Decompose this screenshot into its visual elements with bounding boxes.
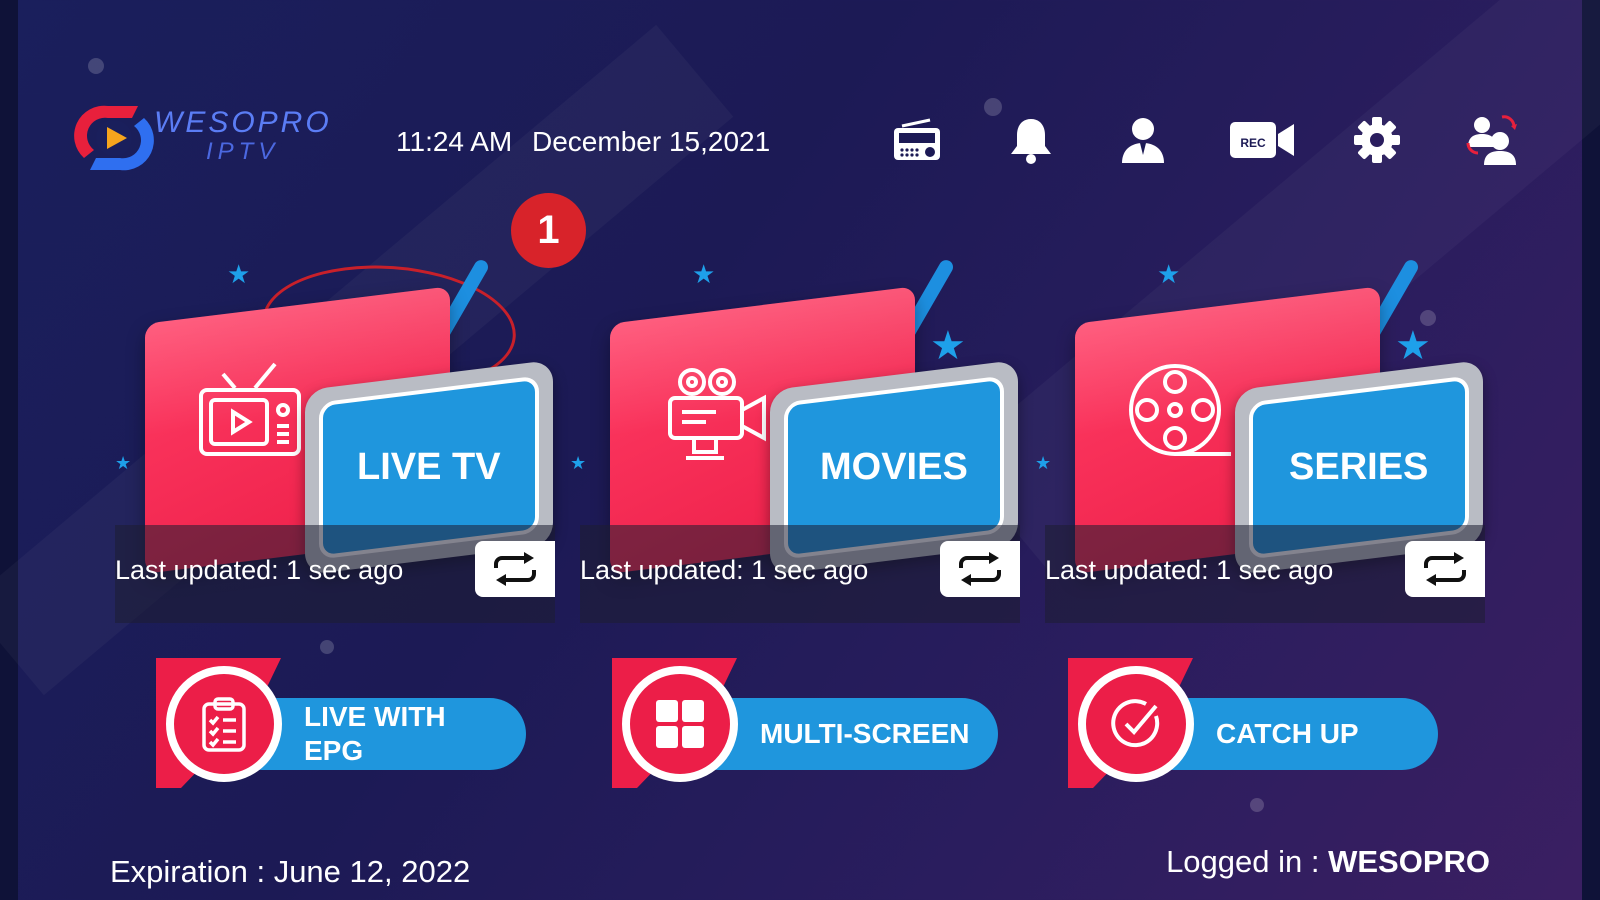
settings-button[interactable] [1347,110,1407,170]
decor-star: ★ [227,259,251,289]
pill-icon-circle [166,666,282,782]
check-circle-icon [1111,699,1160,748]
app-logo: WESOPRO IPTV [74,98,354,178]
refresh-icon [959,552,1001,586]
grid-icon [656,700,704,748]
refresh-button[interactable] [1405,541,1485,597]
date-time: 11:24 AM December 15,2021 [396,126,782,158]
bg-dot [1250,798,1264,812]
account-button[interactable] [1113,110,1173,170]
live-with-epg-button[interactable]: LIVE WITH EPG [156,658,536,788]
live-tv-card[interactable]: ★ ★ LIVE TV Last updated: 1 sec ago [115,257,555,625]
decor-star: ★ [570,453,587,473]
bell-icon [1011,119,1051,164]
logo-play-icon [74,105,154,171]
brand-subtitle: IPTV [206,138,280,165]
user-icon [1122,118,1164,163]
clock-time: 11:24 AM [396,126,513,157]
last-updated-text: Last updated: 1 sec ago [580,555,869,585]
refresh-button[interactable] [940,541,1020,597]
last-updated-text: Last updated: 1 sec ago [1045,555,1334,585]
decor-star: ★ [692,259,716,289]
catch-up-button[interactable]: CATCH UP [1068,658,1448,788]
tv-icon [199,362,301,456]
decor-star: ★ [1157,259,1181,289]
gear-icon [1354,117,1400,163]
bg-dot [984,98,1002,116]
series-card[interactable]: ★ ★ ★ SERIES Last updated: 1 sec ago [1035,257,1485,625]
refresh-icon [1424,552,1466,586]
rec-camera-icon: REC [1230,122,1294,158]
refresh-icon [494,552,536,586]
multi-screen-button[interactable]: MULTI-SCREEN [612,658,998,788]
decor-star: ★ [1395,324,1431,368]
film-reel-icon [1129,364,1231,456]
refresh-button[interactable] [475,541,555,597]
card-title: MOVIES [820,446,968,488]
current-date: December 15,2021 [532,126,771,157]
notifications-button[interactable] [1001,110,1061,170]
radio-button[interactable] [887,110,947,170]
last-updated-text: Last updated: 1 sec ago [115,555,404,585]
pill-icon-circle [1078,666,1194,782]
switch-user-icon [1466,115,1517,165]
pill-label: CATCH UP [1216,718,1359,749]
recordings-button[interactable]: REC [1227,110,1297,170]
movie-camera-icon [668,368,766,460]
brand-name: WESOPRO [154,106,332,139]
rec-label: REC [1240,136,1266,150]
annotation-badge: 1 [511,193,586,268]
expiration-text: Expiration : June 12, 2022 [110,854,471,889]
pill-label: MULTI-SCREEN [760,718,970,749]
card-title: LIVE TV [357,446,501,489]
logged-in-user: WESOPRO [1328,844,1490,879]
bg-dot [320,640,334,654]
pill-icon-circle [622,666,738,782]
movies-card[interactable]: ★ ★ ★ MOVIES Last updated: 1 sec ago [570,257,1020,625]
pill-label: LIVE WITH EPG [304,701,446,766]
card-title: SERIES [1289,446,1429,489]
logged-in-label: Logged in : [1166,844,1329,879]
switch-user-button[interactable] [1462,110,1522,170]
decor-star: ★ [930,324,966,368]
clipboard-icon [202,697,246,752]
bg-dot [88,58,104,74]
radio-icon [894,118,940,160]
left-frame [0,0,18,900]
decor-star: ★ [115,453,132,473]
decor-star: ★ [1035,453,1052,473]
logged-in-status: Logged in : WESOPRO [1166,844,1490,880]
